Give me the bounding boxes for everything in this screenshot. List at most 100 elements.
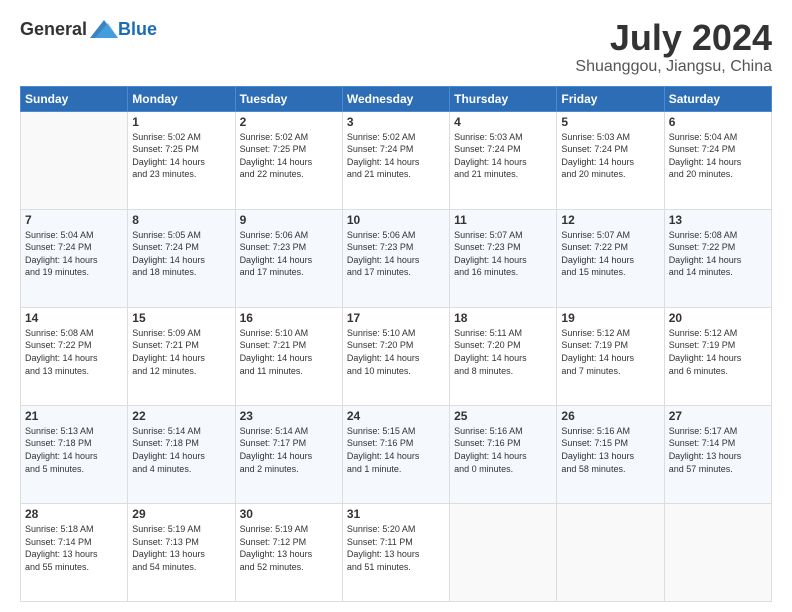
day-info: Sunrise: 5:16 AM Sunset: 7:16 PM Dayligh… xyxy=(454,425,552,475)
calendar-cell: 9Sunrise: 5:06 AM Sunset: 7:23 PM Daylig… xyxy=(235,209,342,307)
day-info: Sunrise: 5:02 AM Sunset: 7:24 PM Dayligh… xyxy=(347,131,445,181)
day-info: Sunrise: 5:12 AM Sunset: 7:19 PM Dayligh… xyxy=(669,327,767,377)
calendar-cell: 13Sunrise: 5:08 AM Sunset: 7:22 PM Dayli… xyxy=(664,209,771,307)
day-number: 23 xyxy=(240,409,338,423)
day-number: 21 xyxy=(25,409,123,423)
calendar-cell: 20Sunrise: 5:12 AM Sunset: 7:19 PM Dayli… xyxy=(664,307,771,405)
calendar-body: 1 Sunrise: 5:02 AM Sunset: 7:25 PM Daylig… xyxy=(21,111,772,601)
day-info: Sunrise: 5:04 AM Sunset: 7:24 PM Dayligh… xyxy=(25,229,123,279)
calendar-cell: 17 Sunrise: 5:10 AM Sunset: 7:20 PM Dayli… xyxy=(342,307,449,405)
calendar-table: SundayMondayTuesdayWednesdayThursdayFrid… xyxy=(20,86,772,602)
day-number: 26 xyxy=(561,409,659,423)
week-row-3: 14 Sunrise: 5:08 AM Sunset: 7:22 PM Dayli… xyxy=(21,307,772,405)
day-info: Sunrise: 5:10 AM Sunset: 7:20 PM Dayligh… xyxy=(347,327,445,377)
calendar-cell: 2 Sunrise: 5:02 AM Sunset: 7:25 PM Daylig… xyxy=(235,111,342,209)
calendar-cell: 29 Sunrise: 5:19 AM Sunset: 7:13 PM Dayli… xyxy=(128,503,235,601)
day-info: Sunrise: 5:02 AM Sunset: 7:25 PM Dayligh… xyxy=(240,131,338,181)
day-number: 6 xyxy=(669,115,767,129)
day-info: Sunrise: 5:20 AM Sunset: 7:11 PM Dayligh… xyxy=(347,523,445,573)
day-info: Sunrise: 5:08 AM Sunset: 7:22 PM Dayligh… xyxy=(25,327,123,377)
day-info: Sunrise: 5:14 AM Sunset: 7:18 PM Dayligh… xyxy=(132,425,230,475)
day-number: 18 xyxy=(454,311,552,325)
day-info: Sunrise: 5:03 AM Sunset: 7:24 PM Dayligh… xyxy=(454,131,552,181)
page: General Blue July 2024 Shuanggou, Jiangs… xyxy=(0,0,792,612)
calendar-cell: 15Sunrise: 5:09 AM Sunset: 7:21 PM Dayli… xyxy=(128,307,235,405)
calendar-cell: 23 Sunrise: 5:14 AM Sunset: 7:17 PM Dayli… xyxy=(235,405,342,503)
day-number: 7 xyxy=(25,213,123,227)
day-number: 17 xyxy=(347,311,445,325)
logo-blue: Blue xyxy=(118,19,157,40)
day-info: Sunrise: 5:15 AM Sunset: 7:16 PM Dayligh… xyxy=(347,425,445,475)
calendar-cell: 1 Sunrise: 5:02 AM Sunset: 7:25 PM Daylig… xyxy=(128,111,235,209)
day-info: Sunrise: 5:06 AM Sunset: 7:23 PM Dayligh… xyxy=(347,229,445,279)
day-number: 31 xyxy=(347,507,445,521)
day-number: 11 xyxy=(454,213,552,227)
calendar-cell: 3 Sunrise: 5:02 AM Sunset: 7:24 PM Daylig… xyxy=(342,111,449,209)
calendar-cell: 21 Sunrise: 5:13 AM Sunset: 7:18 PM Dayli… xyxy=(21,405,128,503)
day-number: 25 xyxy=(454,409,552,423)
calendar-cell xyxy=(450,503,557,601)
day-number: 2 xyxy=(240,115,338,129)
weekday-header-row: SundayMondayTuesdayWednesdayThursdayFrid… xyxy=(21,86,772,111)
day-info: Sunrise: 5:11 AM Sunset: 7:20 PM Dayligh… xyxy=(454,327,552,377)
week-row-5: 28Sunrise: 5:18 AM Sunset: 7:14 PM Dayli… xyxy=(21,503,772,601)
day-number: 22 xyxy=(132,409,230,423)
weekday-saturday: Saturday xyxy=(664,86,771,111)
week-row-1: 1 Sunrise: 5:02 AM Sunset: 7:25 PM Daylig… xyxy=(21,111,772,209)
calendar-cell: 12Sunrise: 5:07 AM Sunset: 7:22 PM Dayli… xyxy=(557,209,664,307)
day-number: 19 xyxy=(561,311,659,325)
day-number: 1 xyxy=(132,115,230,129)
calendar-cell xyxy=(664,503,771,601)
location: Shuanggou, Jiangsu, China xyxy=(575,58,772,76)
day-number: 14 xyxy=(25,311,123,325)
day-info: Sunrise: 5:16 AM Sunset: 7:15 PM Dayligh… xyxy=(561,425,659,475)
day-info: Sunrise: 5:09 AM Sunset: 7:21 PM Dayligh… xyxy=(132,327,230,377)
calendar-cell: 31 Sunrise: 5:20 AM Sunset: 7:11 PM Dayli… xyxy=(342,503,449,601)
day-info: Sunrise: 5:10 AM Sunset: 7:21 PM Dayligh… xyxy=(240,327,338,377)
day-info: Sunrise: 5:19 AM Sunset: 7:12 PM Dayligh… xyxy=(240,523,338,573)
calendar-cell: 4Sunrise: 5:03 AM Sunset: 7:24 PM Daylig… xyxy=(450,111,557,209)
weekday-friday: Friday xyxy=(557,86,664,111)
day-info: Sunrise: 5:12 AM Sunset: 7:19 PM Dayligh… xyxy=(561,327,659,377)
day-info: Sunrise: 5:02 AM Sunset: 7:25 PM Dayligh… xyxy=(132,131,230,181)
logo: General Blue xyxy=(20,18,157,40)
day-number: 3 xyxy=(347,115,445,129)
day-number: 29 xyxy=(132,507,230,521)
day-number: 24 xyxy=(347,409,445,423)
logo-text: General Blue xyxy=(20,18,157,40)
logo-general: General xyxy=(20,19,87,40)
calendar-cell: 30 Sunrise: 5:19 AM Sunset: 7:12 PM Dayli… xyxy=(235,503,342,601)
day-number: 30 xyxy=(240,507,338,521)
header: General Blue July 2024 Shuanggou, Jiangs… xyxy=(20,18,772,76)
day-info: Sunrise: 5:07 AM Sunset: 7:22 PM Dayligh… xyxy=(561,229,659,279)
day-info: Sunrise: 5:07 AM Sunset: 7:23 PM Dayligh… xyxy=(454,229,552,279)
calendar-cell: 7 Sunrise: 5:04 AM Sunset: 7:24 PM Daylig… xyxy=(21,209,128,307)
calendar-cell: 14 Sunrise: 5:08 AM Sunset: 7:22 PM Dayli… xyxy=(21,307,128,405)
weekday-wednesday: Wednesday xyxy=(342,86,449,111)
day-info: Sunrise: 5:13 AM Sunset: 7:18 PM Dayligh… xyxy=(25,425,123,475)
day-number: 13 xyxy=(669,213,767,227)
calendar-cell: 10Sunrise: 5:06 AM Sunset: 7:23 PM Dayli… xyxy=(342,209,449,307)
calendar-cell: 25 Sunrise: 5:16 AM Sunset: 7:16 PM Dayli… xyxy=(450,405,557,503)
day-info: Sunrise: 5:05 AM Sunset: 7:24 PM Dayligh… xyxy=(132,229,230,279)
day-number: 5 xyxy=(561,115,659,129)
title-block: July 2024 Shuanggou, Jiangsu, China xyxy=(575,18,772,76)
calendar-cell: 27Sunrise: 5:17 AM Sunset: 7:14 PM Dayli… xyxy=(664,405,771,503)
calendar-cell: 28Sunrise: 5:18 AM Sunset: 7:14 PM Dayli… xyxy=(21,503,128,601)
day-info: Sunrise: 5:19 AM Sunset: 7:13 PM Dayligh… xyxy=(132,523,230,573)
day-info: Sunrise: 5:14 AM Sunset: 7:17 PM Dayligh… xyxy=(240,425,338,475)
weekday-thursday: Thursday xyxy=(450,86,557,111)
weekday-sunday: Sunday xyxy=(21,86,128,111)
logo-icon xyxy=(90,18,118,40)
week-row-4: 21 Sunrise: 5:13 AM Sunset: 7:18 PM Dayli… xyxy=(21,405,772,503)
day-info: Sunrise: 5:04 AM Sunset: 7:24 PM Dayligh… xyxy=(669,131,767,181)
month-title: July 2024 xyxy=(575,18,772,58)
calendar-cell: 16 Sunrise: 5:10 AM Sunset: 7:21 PM Dayli… xyxy=(235,307,342,405)
calendar-cell: 5Sunrise: 5:03 AM Sunset: 7:24 PM Daylig… xyxy=(557,111,664,209)
day-number: 27 xyxy=(669,409,767,423)
calendar-cell xyxy=(21,111,128,209)
calendar-cell: 24 Sunrise: 5:15 AM Sunset: 7:16 PM Dayli… xyxy=(342,405,449,503)
calendar-cell: 11 Sunrise: 5:07 AM Sunset: 7:23 PM Dayli… xyxy=(450,209,557,307)
calendar-cell: 18 Sunrise: 5:11 AM Sunset: 7:20 PM Dayli… xyxy=(450,307,557,405)
day-number: 16 xyxy=(240,311,338,325)
